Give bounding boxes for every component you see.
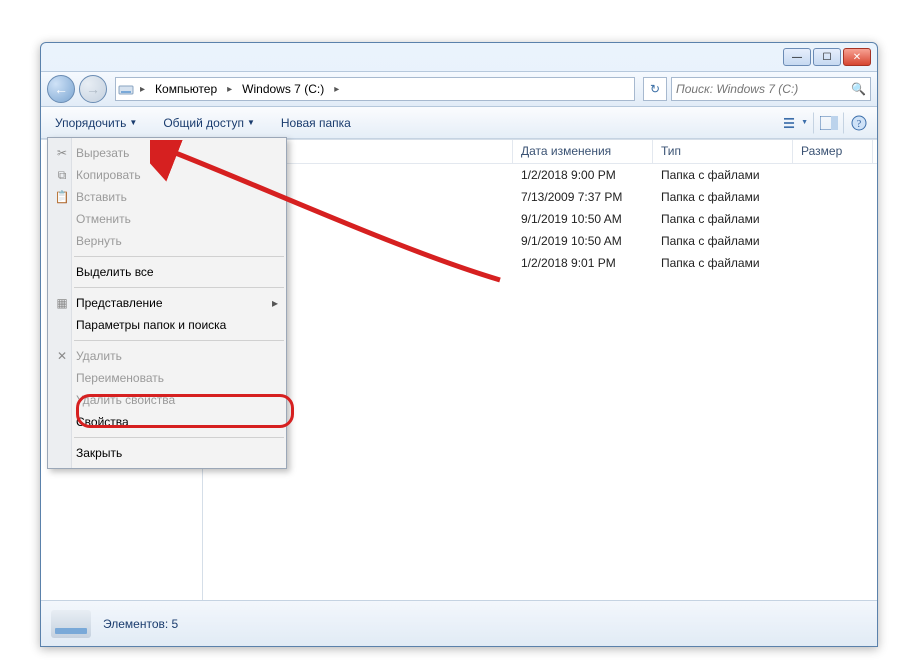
table-row[interactable]: Files9/1/2019 10:50 AMПапка с файлами bbox=[203, 208, 877, 230]
back-button[interactable]: ← bbox=[47, 75, 75, 103]
address-bar[interactable]: ▸ Компьютер ▸ Windows 7 (C:) ▸ bbox=[115, 77, 635, 101]
breadcrumb-computer[interactable]: Компьютер bbox=[149, 78, 223, 100]
menu-paste[interactable]: 📋Вставить bbox=[48, 186, 286, 208]
arrow-left-icon: ← bbox=[54, 81, 68, 97]
file-date: 1/2/2018 9:01 PM bbox=[513, 256, 653, 270]
delete-icon: ✕ bbox=[54, 349, 70, 363]
forward-button[interactable]: → bbox=[79, 75, 107, 103]
chevron-right-icon: ▸ bbox=[136, 84, 149, 95]
refresh-icon: ↻ bbox=[650, 82, 660, 96]
table-row[interactable]: 9/1/2019 10:50 AMПапка с файлами bbox=[203, 230, 877, 252]
organize-button[interactable]: Упорядочить▼ bbox=[49, 113, 143, 133]
column-size[interactable]: Размер bbox=[793, 140, 873, 163]
chevron-down-icon: ▼ bbox=[129, 118, 137, 127]
file-list: Имя Дата изменения Тип Размер 1/2/2018 9… bbox=[203, 140, 877, 600]
explorer-window: — ☐ ✕ ← → ▸ Компьютер ▸ Windows 7 (C:) ▸… bbox=[40, 42, 878, 647]
menu-select-all[interactable]: Выделить все bbox=[48, 261, 286, 283]
search-icon: 🔍 bbox=[851, 82, 866, 96]
menu-close[interactable]: Закрыть bbox=[48, 442, 286, 464]
table-row[interactable]: 1/2/2018 9:00 PMПапка с файлами bbox=[203, 164, 877, 186]
menu-remove-properties[interactable]: Удалить свойства bbox=[48, 389, 286, 411]
share-button[interactable]: Общий доступ▼ bbox=[157, 113, 261, 133]
chevron-down-icon: ▼ bbox=[801, 119, 808, 126]
minimize-button[interactable]: — bbox=[783, 48, 811, 66]
column-type[interactable]: Тип bbox=[653, 140, 793, 163]
nav-bar: ← → ▸ Компьютер ▸ Windows 7 (C:) ▸ ↻ 🔍 bbox=[41, 71, 877, 107]
file-date: 9/1/2019 10:50 AM bbox=[513, 234, 653, 248]
preview-pane-button[interactable] bbox=[813, 112, 839, 134]
search-box[interactable]: 🔍 bbox=[671, 77, 871, 101]
file-date: 9/1/2019 10:50 AM bbox=[513, 212, 653, 226]
status-bar: Элементов: 5 bbox=[41, 600, 877, 646]
file-date: 1/2/2018 9:00 PM bbox=[513, 168, 653, 182]
menu-layout[interactable]: ▦Представление bbox=[48, 292, 286, 314]
table-row[interactable]: атели1/2/2018 9:01 PMПапка с файлами bbox=[203, 252, 877, 274]
refresh-button[interactable]: ↻ bbox=[643, 77, 667, 101]
file-type: Папка с файлами bbox=[653, 190, 793, 204]
close-button[interactable]: ✕ bbox=[843, 48, 871, 66]
arrow-right-icon: → bbox=[86, 81, 100, 97]
menu-rename[interactable]: Переименовать bbox=[48, 367, 286, 389]
breadcrumb-drive[interactable]: Windows 7 (C:) bbox=[236, 78, 330, 100]
search-input[interactable] bbox=[676, 82, 851, 96]
menu-delete[interactable]: ✕Удалить bbox=[48, 345, 286, 367]
menu-copy[interactable]: ⧉Копировать bbox=[48, 164, 286, 186]
toolbar: Упорядочить▼ Общий доступ▼ Новая папка ▼… bbox=[41, 107, 877, 139]
scissors-icon: ✂ bbox=[54, 146, 70, 160]
column-date[interactable]: Дата изменения bbox=[513, 140, 653, 163]
column-headers: Имя Дата изменения Тип Размер bbox=[203, 140, 877, 164]
chevron-right-icon: ▸ bbox=[223, 84, 236, 95]
file-type: Папка с файлами bbox=[653, 234, 793, 248]
chevron-right-icon: ▸ bbox=[330, 84, 343, 95]
drive-icon bbox=[51, 610, 91, 638]
menu-cut[interactable]: ✂Вырезать bbox=[48, 142, 286, 164]
svg-text:?: ? bbox=[857, 119, 862, 130]
status-item-count: Элементов: 5 bbox=[103, 617, 178, 631]
file-type: Папка с файлами bbox=[653, 256, 793, 270]
menu-undo[interactable]: Отменить bbox=[48, 208, 286, 230]
clipboard-icon: 📋 bbox=[54, 190, 70, 204]
help-button[interactable]: ? bbox=[843, 112, 869, 134]
chevron-down-icon: ▼ bbox=[247, 118, 255, 127]
new-folder-button[interactable]: Новая папка bbox=[275, 113, 357, 133]
table-row[interactable]: 7/13/2009 7:37 PMПапка с файлами bbox=[203, 186, 877, 208]
menu-redo[interactable]: Вернуть bbox=[48, 230, 286, 252]
view-options-button[interactable]: ▼ bbox=[783, 112, 809, 134]
title-bar: — ☐ ✕ bbox=[41, 43, 877, 71]
menu-properties[interactable]: Свойства bbox=[48, 411, 286, 433]
layout-icon: ▦ bbox=[54, 296, 70, 310]
organize-dropdown: ✂Вырезать ⧉Копировать 📋Вставить Отменить… bbox=[47, 137, 287, 469]
file-type: Папка с файлами bbox=[653, 168, 793, 182]
drive-icon bbox=[116, 81, 136, 97]
copy-icon: ⧉ bbox=[54, 168, 70, 183]
maximize-button[interactable]: ☐ bbox=[813, 48, 841, 66]
file-date: 7/13/2009 7:37 PM bbox=[513, 190, 653, 204]
file-type: Папка с файлами bbox=[653, 212, 793, 226]
menu-folder-options[interactable]: Параметры папок и поиска bbox=[48, 314, 286, 336]
